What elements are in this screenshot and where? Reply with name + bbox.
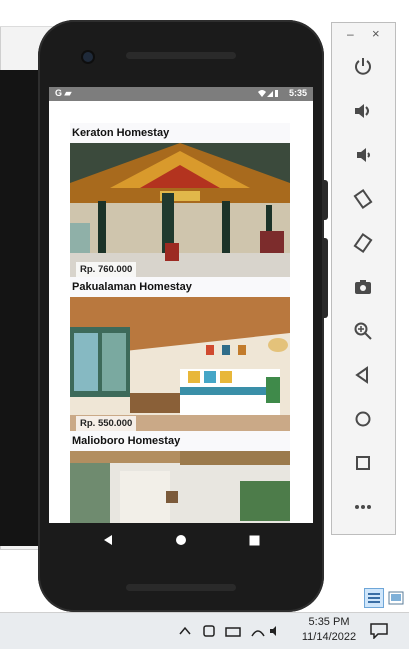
system-tray-icons[interactable] [178,623,278,642]
view-toggle-icons [364,588,408,610]
overview-icon[interactable] [350,453,376,479]
side-button-volume [322,238,328,318]
front-camera-icon [83,52,93,62]
toolbar-header: – × [332,23,395,47]
bottom-speaker [126,584,236,591]
homestay-list[interactable]: Keraton Homestay Rp. 760.000 Pakualaman … [70,123,292,523]
large-icons-view-icon[interactable] [388,591,404,610]
side-button-power [322,180,328,220]
status-left-icons: G ▰ [55,88,72,98]
homestay-card[interactable]: Keraton Homestay Rp. 760.000 [70,123,290,277]
android-navigation-bar [49,523,313,559]
homestay-photo [70,451,290,523]
power-icon[interactable] [350,56,376,82]
homestay-name: Pakualaman Homestay [72,281,192,293]
status-bar: G ▰ 5:35 [49,87,313,101]
windows-taskbar: 5:35 PM 11/14/2022 [0,612,409,649]
nav-home-icon[interactable] [175,533,187,551]
rotate-right-icon[interactable] [350,233,376,259]
emulator-toolbar: – × [331,22,396,535]
status-time: 5:35 [288,88,307,98]
phone-screen: G ▰ 5:35 Keraton Homestay Rp. 760.000 Pa… [49,87,313,523]
details-view-icon[interactable] [364,588,384,613]
price-label: Rp. 550.000 [76,416,137,431]
close-icon[interactable]: × [372,26,380,41]
price-label: Rp. 760.000 [76,262,137,277]
signal-icon [257,89,279,100]
back-icon[interactable] [350,365,376,391]
homestay-card[interactable]: Malioboro Homestay [70,431,290,523]
earpiece-speaker [126,52,236,59]
camera-icon[interactable] [350,277,376,303]
minimize-icon[interactable]: – [347,27,354,41]
volume-down-icon[interactable] [350,145,376,171]
home-icon[interactable] [350,409,376,435]
notification-icon[interactable] [370,623,388,640]
more-icon[interactable] [350,497,376,523]
homestay-name: Keraton Homestay [72,127,170,139]
volume-up-icon[interactable] [350,101,376,127]
zoom-icon[interactable] [350,321,376,347]
nav-back-icon[interactable] [103,533,113,551]
rotate-left-icon[interactable] [350,189,376,215]
clock-time: 5:35 PM [308,616,350,628]
taskbar-clock[interactable]: 5:35 PM 11/14/2022 [296,615,362,645]
homestay-photo: Rp. 550.000 [70,297,290,431]
homestay-photo: Rp. 760.000 [70,143,290,277]
nav-overview-icon[interactable] [249,533,260,551]
homestay-name: Malioboro Homestay [72,435,181,447]
homestay-card[interactable]: Pakualaman Homestay Rp. 550.000 [70,277,290,431]
clock-date: 11/14/2022 [301,631,357,643]
